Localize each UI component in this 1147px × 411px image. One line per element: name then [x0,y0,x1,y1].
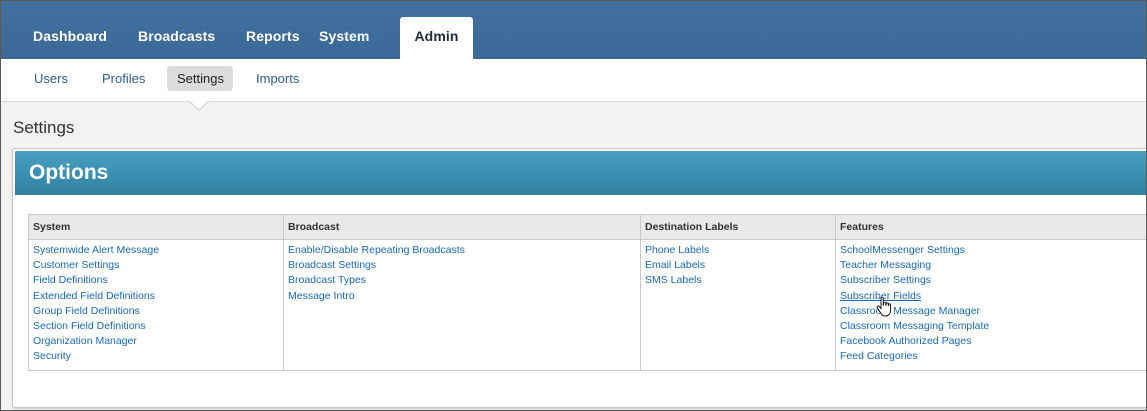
subnav-item-imports[interactable]: Imports [256,71,299,86]
tab-dashboard[interactable]: Dashboard [33,28,107,44]
link-enable-disable-repeating-broadcasts[interactable]: Enable/Disable Repeating Broadcasts [288,243,636,258]
top-navigation: Dashboard Broadcasts Reports System Admi… [1,1,1146,59]
column-header-destination-labels: Destination Labels [640,214,836,240]
hand-pointer-icon [876,297,892,317]
link-email-labels[interactable]: Email Labels [645,258,831,273]
subnav-item-users[interactable]: Users [34,71,68,86]
column-destination-labels: Phone Labels Email Labels SMS Labels [640,239,836,371]
link-subscriber-settings[interactable]: Subscriber Settings [840,273,1146,288]
options-panel: Options System Broadcast Destination Lab… [12,148,1146,408]
link-security[interactable]: Security [33,349,279,364]
link-organization-manager[interactable]: Organization Manager [33,334,279,349]
column-header-features: Features [835,214,1146,240]
link-group-field-definitions[interactable]: Group Field Definitions [33,304,279,319]
link-broadcast-types[interactable]: Broadcast Types [288,273,636,288]
link-classroom-messaging-template[interactable]: Classroom Messaging Template [840,319,1146,334]
sub-navigation: Users Profiles Settings Imports [1,59,1146,102]
options-table: System Broadcast Destination Labels Feat… [28,214,1146,371]
link-feed-categories[interactable]: Feed Categories [840,349,1146,364]
link-phone-labels[interactable]: Phone Labels [645,243,831,258]
tab-admin[interactable]: Admin [400,17,473,59]
active-indicator [189,100,209,109]
link-field-definitions[interactable]: Field Definitions [33,273,279,288]
link-section-field-definitions[interactable]: Section Field Definitions [33,319,279,334]
link-schoolmessenger-settings[interactable]: SchoolMessenger Settings [840,243,1146,258]
page-title: Settings [13,118,75,137]
link-facebook-authorized-pages[interactable]: Facebook Authorized Pages [840,334,1146,349]
subnav-item-settings[interactable]: Settings [167,66,233,91]
column-broadcast: Enable/Disable Repeating Broadcasts Broa… [283,239,641,371]
link-systemwide-alert-message[interactable]: Systemwide Alert Message [33,243,279,258]
tab-system[interactable]: System [319,28,369,44]
app-window: Dashboard Broadcasts Reports System Admi… [0,0,1147,411]
column-header-system: System [28,214,284,240]
tab-broadcasts[interactable]: Broadcasts [138,28,215,44]
link-broadcast-settings[interactable]: Broadcast Settings [288,258,636,273]
link-teacher-messaging[interactable]: Teacher Messaging [840,258,1146,273]
link-message-intro[interactable]: Message Intro [288,289,636,304]
column-system: Systemwide Alert Message Customer Settin… [28,239,284,371]
panel-header: Options [15,151,1146,195]
tab-reports[interactable]: Reports [246,28,300,44]
subnav-item-profiles[interactable]: Profiles [102,71,145,86]
link-sms-labels[interactable]: SMS Labels [645,273,831,288]
link-extended-field-definitions[interactable]: Extended Field Definitions [33,289,279,304]
panel-title: Options [29,161,109,184]
link-customer-settings[interactable]: Customer Settings [33,258,279,273]
column-header-broadcast: Broadcast [283,214,641,240]
